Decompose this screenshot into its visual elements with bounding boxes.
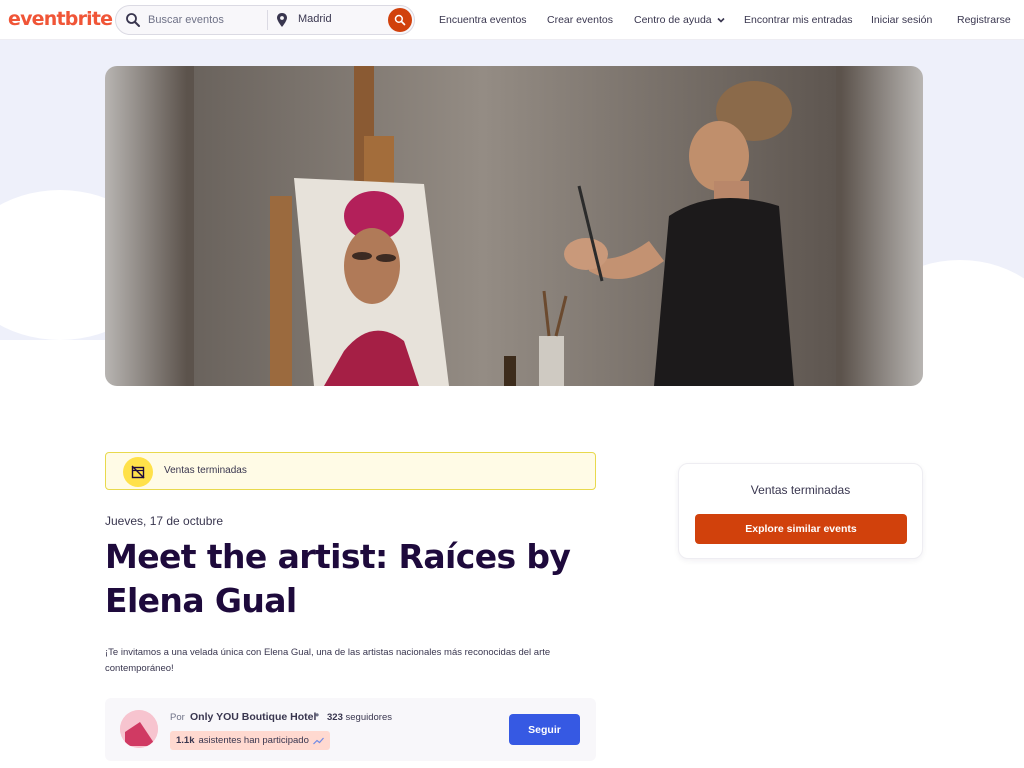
organizer-followers: 323 seguidores (327, 712, 392, 723)
nav-find-tickets[interactable]: Encontrar mis entradas (744, 0, 853, 40)
search-bar: Madrid (115, 5, 415, 35)
event-date: Jueves, 17 de octubre (105, 514, 224, 528)
nav-create-events[interactable]: Crear eventos (547, 0, 613, 40)
location-input[interactable]: Madrid (298, 13, 332, 25)
follow-button[interactable]: Seguir (509, 714, 580, 745)
search-icon (126, 13, 140, 27)
eventbrite-logo[interactable]: eventbrite (8, 8, 113, 30)
nav-signup[interactable]: Registrarse (957, 0, 1011, 40)
search-input[interactable] (148, 12, 258, 28)
organizer-by-label: Por (170, 712, 185, 723)
chevron-down-icon (717, 17, 725, 23)
nav-help-center[interactable]: Centro de ayuda (634, 0, 726, 40)
attendees-badge: 1.1k asistentes han participado (170, 731, 330, 750)
nav-find-events[interactable]: Encuentra eventos (439, 0, 527, 40)
organizer-avatar[interactable] (120, 710, 158, 748)
organizer-name[interactable]: Only YOU Boutique Hotel (190, 711, 316, 723)
event-hero-image (105, 66, 923, 386)
search-icon (394, 14, 406, 26)
ticket-card: Ventas terminadas Explore similar events (678, 463, 923, 559)
sales-ended-banner: Ventas terminadas (105, 452, 596, 490)
separator-dot: • (315, 708, 320, 722)
search-divider (267, 10, 268, 30)
calendar-off-icon (123, 457, 153, 487)
sales-ended-text: Ventas terminadas (164, 465, 247, 476)
event-title: Meet the artist: Raíces by Elena Gual (105, 537, 571, 620)
top-navbar: eventbrite Madrid Encuentra eventos Crea… (0, 0, 1024, 40)
location-pin-icon (277, 13, 287, 27)
trend-up-icon (312, 737, 324, 744)
organizer-card: Por Only YOU Boutique Hotel • 323 seguid… (105, 698, 596, 761)
event-summary: ¡Te invitamos a una velada única con Ele… (105, 647, 551, 674)
search-button[interactable] (388, 8, 412, 32)
explore-similar-events-button[interactable]: Explore similar events (695, 514, 907, 544)
event-photo (194, 66, 836, 386)
nav-login[interactable]: Iniciar sesión (871, 0, 932, 40)
ticket-status: Ventas terminadas (750, 483, 851, 497)
